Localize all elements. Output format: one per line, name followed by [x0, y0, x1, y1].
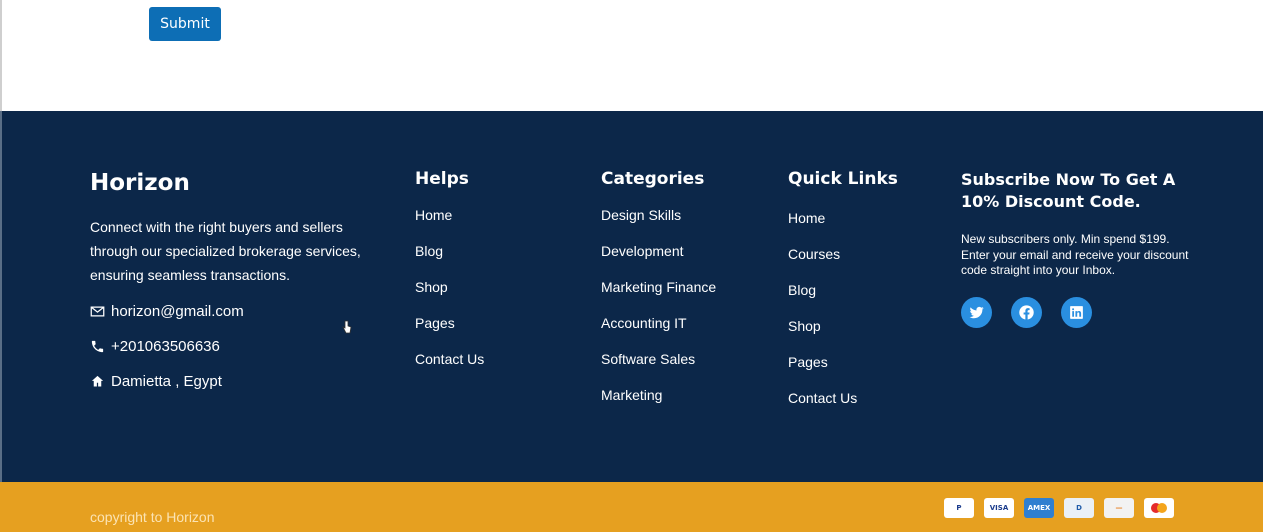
submit-button[interactable]: Submit	[149, 7, 221, 41]
diners-icon: D	[1064, 498, 1094, 518]
payment-methods: P VISA AMEX D —	[944, 498, 1174, 518]
linkedin-icon[interactable]	[1061, 297, 1092, 328]
visa-icon: VISA	[984, 498, 1014, 518]
categories-links: Design Skills Development Marketing Fina…	[601, 207, 716, 423]
category-link-marketing-finance[interactable]: Marketing Finance	[601, 279, 716, 315]
helps-title: Helps	[415, 169, 469, 189]
quick-link-shop[interactable]: Shop	[788, 318, 857, 354]
contact-address-text: Damietta , Egypt	[111, 373, 222, 390]
subscribe-title: Subscribe Now To Get A 10% Discount Code…	[961, 170, 1176, 211]
footer-brand: Horizon	[90, 170, 190, 196]
amex-icon: AMEX	[1024, 498, 1054, 518]
category-link-accounting-it[interactable]: Accounting IT	[601, 315, 716, 351]
helps-link-blog[interactable]: Blog	[415, 243, 484, 279]
copyright-text: copyright to Horizon	[90, 509, 215, 525]
category-link-software-sales[interactable]: Software Sales	[601, 351, 716, 387]
quick-links: Home Courses Blog Shop Pages Contact Us	[788, 210, 857, 426]
quick-links-title: Quick Links	[788, 169, 898, 189]
discover-icon: —	[1104, 498, 1134, 518]
home-icon	[91, 375, 104, 387]
contact-email[interactable]: horizon@gmail.com	[90, 303, 244, 320]
form-area: Submit	[0, 0, 1263, 111]
helps-link-contact[interactable]: Contact Us	[415, 351, 484, 387]
quick-link-home[interactable]: Home	[788, 210, 857, 246]
helps-link-home[interactable]: Home	[415, 207, 484, 243]
page: Submit Horizon Connect with the right bu…	[0, 0, 1263, 532]
mouse-cursor-icon	[342, 320, 352, 334]
category-link-development[interactable]: Development	[601, 243, 716, 279]
quick-link-contact[interactable]: Contact Us	[788, 390, 857, 426]
quick-link-courses[interactable]: Courses	[788, 246, 857, 282]
quick-link-blog[interactable]: Blog	[788, 282, 857, 318]
category-link-marketing[interactable]: Marketing	[601, 387, 716, 423]
contact-phone[interactable]: +201063506636	[90, 338, 220, 355]
contact-email-text: horizon@gmail.com	[111, 303, 244, 320]
twitter-icon[interactable]	[961, 297, 992, 328]
categories-title: Categories	[601, 169, 705, 189]
subscribe-text: New subscribers only. Min spend $199. En…	[961, 232, 1189, 277]
mastercard-icon	[1144, 498, 1174, 518]
phone-icon	[91, 340, 104, 353]
bottom-bar: copyright to Horizon P VISA AMEX D —	[0, 482, 1263, 532]
paypal-icon: P	[944, 498, 974, 518]
helps-links: Home Blog Shop Pages Contact Us	[415, 207, 484, 387]
contact-phone-text: +201063506636	[111, 338, 220, 355]
helps-link-shop[interactable]: Shop	[415, 279, 484, 315]
helps-link-pages[interactable]: Pages	[415, 315, 484, 351]
quick-link-pages[interactable]: Pages	[788, 354, 857, 390]
contact-address: Damietta , Egypt	[90, 373, 222, 390]
category-link-design-skills[interactable]: Design Skills	[601, 207, 716, 243]
footer-about-text: Connect with the right buyers and seller…	[90, 219, 361, 283]
facebook-icon[interactable]	[1011, 297, 1042, 328]
mail-icon	[90, 306, 105, 317]
